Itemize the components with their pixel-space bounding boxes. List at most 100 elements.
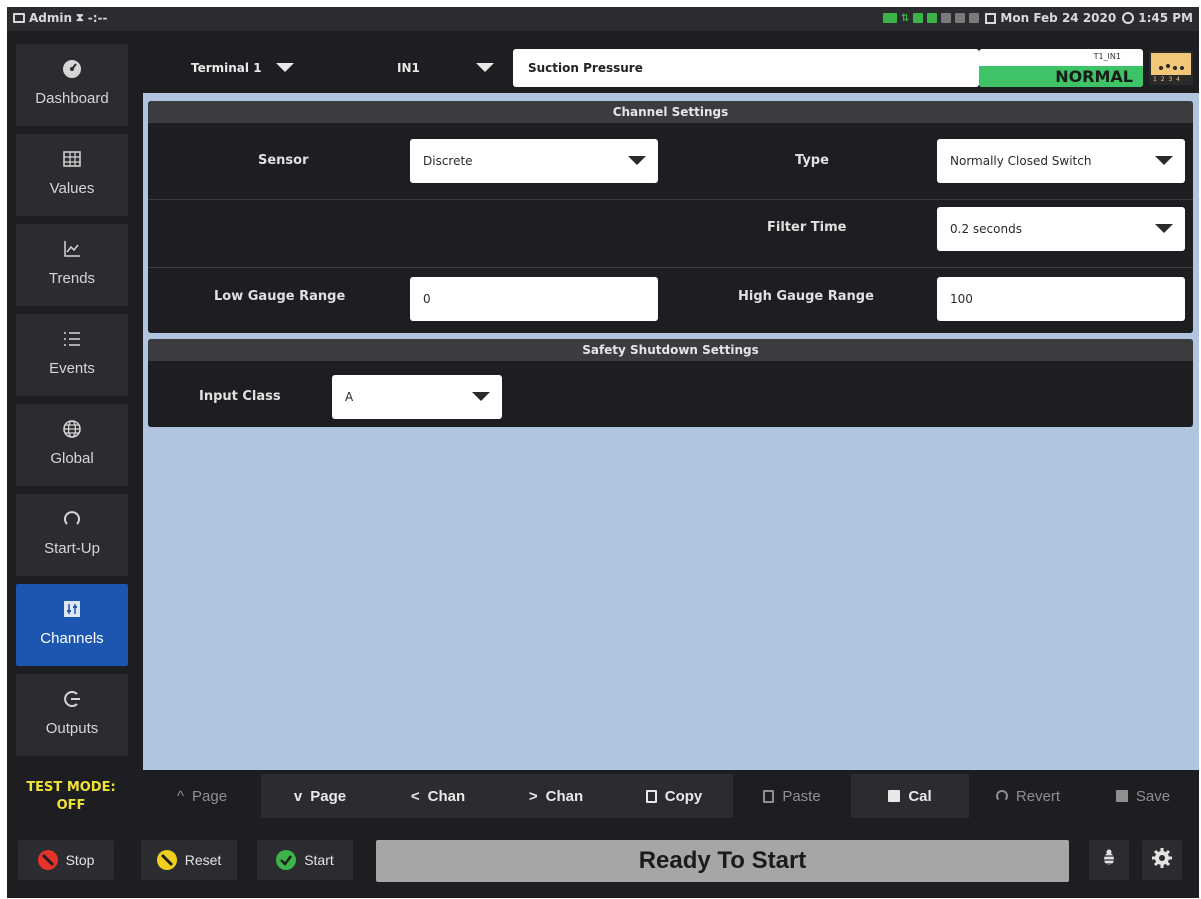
low-gauge-range-label: Low Gauge Range: [214, 289, 346, 304]
sidebar-item-outputs[interactable]: Outputs: [16, 674, 128, 756]
page-up-button[interactable]: ^ Page: [143, 774, 261, 818]
filter-time-value: 0.2 seconds: [950, 222, 1022, 236]
io-indicator-5: [969, 13, 980, 23]
sensor-value: Discrete: [423, 154, 473, 168]
sensor-label: Sensor: [258, 153, 309, 168]
sliders-icon: [16, 598, 128, 620]
prev-channel-button[interactable]: < Chan: [379, 774, 497, 818]
chevron-down-icon: [275, 63, 294, 72]
start-button[interactable]: Start: [257, 840, 353, 880]
copy-icon: [645, 789, 657, 803]
sidebar-item-events[interactable]: Events: [16, 314, 128, 396]
channel-status-box: T1_IN1 NORMAL: [979, 49, 1143, 87]
chevron-down-icon: [472, 392, 490, 401]
channel-status-state: NORMAL: [979, 66, 1143, 87]
sidebar-item-channels[interactable]: Channels: [16, 584, 128, 666]
user-icon: [13, 13, 25, 23]
globe-icon: [16, 418, 128, 440]
page-up-label: Page: [192, 787, 228, 805]
copy-button[interactable]: Copy: [615, 774, 733, 818]
type-dropdown[interactable]: Normally Closed Switch: [937, 139, 1185, 183]
sidebar-item-global[interactable]: Global: [16, 404, 128, 486]
sidebar: Dashboard Values Trends Events Global St…: [7, 31, 143, 898]
revert-label: Revert: [1015, 787, 1061, 805]
save-button[interactable]: Save: [1087, 774, 1199, 818]
sidebar-item-dashboard[interactable]: Dashboard: [16, 44, 128, 126]
reset-button[interactable]: Reset: [141, 840, 237, 880]
high-gauge-range-value: 100: [950, 292, 973, 306]
battery-icon: [883, 13, 898, 23]
sensor-dropdown[interactable]: Discrete: [410, 139, 658, 183]
next-channel-button[interactable]: > Chan: [497, 774, 615, 818]
sidebar-item-trends[interactable]: Trends: [16, 224, 128, 306]
debug-button[interactable]: [1089, 840, 1129, 880]
terminal-value: Terminal 1: [191, 60, 262, 75]
type-label: Type: [795, 153, 829, 168]
save-icon: [1115, 790, 1128, 802]
gauge-icon: [16, 58, 128, 80]
io-indicator-1: [913, 13, 924, 23]
sidebar-item-values[interactable]: Values: [16, 134, 128, 216]
sidebar-item-label: Trends: [48, 270, 96, 287]
start-icon: [276, 850, 297, 870]
restart-icon: [16, 508, 128, 530]
input-value: IN1: [397, 60, 420, 75]
test-mode-label: TEST MODE:: [26, 780, 116, 795]
mini-gauge-icon[interactable]: 1 2 3 4: [1149, 51, 1193, 85]
reset-icon: [156, 850, 177, 870]
main-content: Channel Settings Sensor Discrete Type No…: [143, 93, 1199, 770]
mini-gauge-digits: 1 2 3 4: [1153, 76, 1181, 83]
stop-icon: [37, 850, 58, 870]
next-channel-label: Chan: [545, 787, 584, 805]
input-dropdown[interactable]: IN1: [397, 42, 507, 93]
chevron-down-icon: v: [293, 787, 303, 805]
reset-label: Reset: [184, 852, 222, 868]
paste-button[interactable]: Paste: [733, 774, 851, 818]
screen: Admin ⧗ -:-- ⇅ Mon Feb 24 2020 1:45 PM D…: [7, 7, 1199, 898]
channel-name-field[interactable]: Suction Pressure: [513, 49, 979, 87]
test-mode-value: OFF: [56, 798, 86, 813]
calibrate-button[interactable]: Cal: [851, 774, 969, 818]
low-gauge-range-input[interactable]: 0: [410, 277, 658, 321]
list-icon: [16, 328, 128, 350]
save-label: Save: [1135, 787, 1171, 805]
chevron-down-icon: [1155, 224, 1173, 233]
low-gauge-range-value: 0: [423, 292, 431, 306]
action-toolbar: ^ Page v Page < Chan > Chan Copy Paste C…: [143, 770, 1199, 820]
status-date: Mon Feb 24 2020: [1000, 11, 1117, 25]
sidebar-item-label: Events: [49, 360, 95, 377]
output-icon: [16, 688, 128, 710]
settings-button[interactable]: [1142, 840, 1182, 880]
sidebar-item-label: Outputs: [45, 720, 99, 737]
sidebar-item-label: Dashboard: [35, 90, 109, 107]
signal-icon: ⇅: [901, 12, 910, 24]
sidebar-item-label: Global: [50, 450, 94, 467]
input-class-dropdown[interactable]: A: [332, 375, 502, 419]
prev-channel-label: Chan: [427, 787, 466, 805]
copy-label: Copy: [664, 787, 703, 805]
filter-time-dropdown[interactable]: 0.2 seconds: [937, 207, 1185, 251]
page-down-label: Page: [310, 787, 347, 805]
high-gauge-range-input[interactable]: 100: [937, 277, 1185, 321]
revert-button[interactable]: Revert: [969, 774, 1087, 818]
terminal-dropdown[interactable]: Terminal 1: [191, 42, 341, 93]
input-class-value: A: [345, 390, 354, 404]
clock-icon: [1122, 12, 1135, 24]
stop-label: Stop: [65, 852, 95, 868]
paste-icon: [763, 789, 775, 803]
channel-selector-bar: Terminal 1 IN1 Suction Pressure T1_IN1 N…: [143, 42, 1199, 93]
grid-icon: [16, 148, 128, 170]
user-name[interactable]: Admin: [29, 11, 72, 25]
page-down-button[interactable]: v Page: [261, 774, 379, 818]
control-bar: Stop Reset Start Ready To Start: [7, 820, 1199, 898]
status-bar: Admin ⧗ -:-- ⇅ Mon Feb 24 2020 1:45 PM: [7, 7, 1199, 31]
sidebar-item-start-up[interactable]: Start-Up: [16, 494, 128, 576]
stop-button[interactable]: Stop: [18, 840, 114, 880]
sidebar-item-label: Channels: [40, 630, 104, 647]
chevron-down-icon: [628, 156, 646, 165]
channel-status-tag: T1_IN1: [1093, 52, 1121, 61]
calibrate-icon: [888, 790, 901, 802]
paste-label: Paste: [782, 787, 821, 805]
channel-settings-panel: Channel Settings Sensor Discrete Type No…: [148, 101, 1193, 333]
sidebar-item-label: Values: [49, 180, 95, 197]
